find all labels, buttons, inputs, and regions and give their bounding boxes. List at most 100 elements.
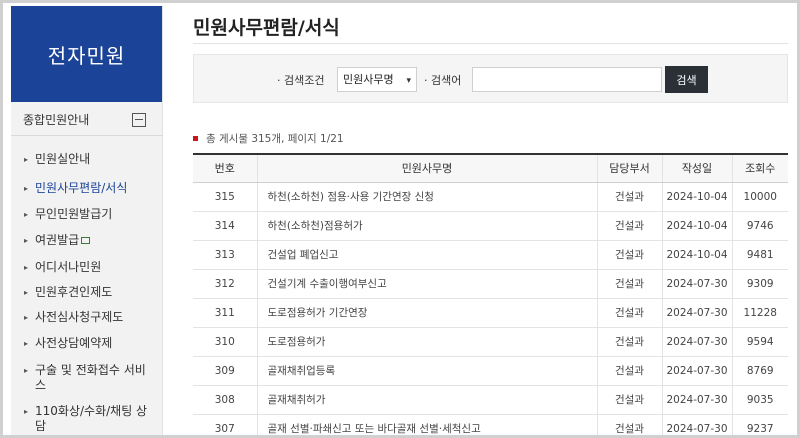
column-header: 조회수 [731, 153, 788, 183]
row-title-link[interactable]: 하천(소하천)점용허가 [256, 211, 597, 241]
row-number: 313 [193, 240, 257, 270]
sidebar-item-label: 민원후견인제도 [35, 285, 113, 299]
column-header: 담당부서 [596, 153, 662, 183]
row-title-link[interactable]: 골재채취허가 [256, 385, 597, 415]
bullet-icon: ▸ [24, 313, 29, 322]
bullet-icon: ▸ [24, 339, 29, 348]
bullet-icon: ▸ [24, 407, 29, 416]
sidebar-item[interactable]: ▸ 어디서나민원 [11, 260, 163, 275]
table-row: 312 건설기계 수출이행여부신고 건설과 2024-07-30 9309 [193, 269, 788, 299]
search-panel: · 검색조건 민원사무명 ▾ · 검색어 검색 [193, 54, 788, 103]
bullet-icon: ▸ [24, 155, 29, 164]
table-header-row: 번호 민원사무명 담당부서 작성일 조회수 [193, 153, 788, 183]
row-department: 건설과 [596, 298, 662, 328]
row-views: 9237 [731, 414, 788, 435]
table-row: 315 하천(소하천) 점용·사용 기간연장 신청 건설과 2024-10-04 100… [193, 182, 788, 212]
row-title-link[interactable]: 건설기계 수출이행여부신고 [256, 269, 597, 299]
table-row: 308 골재채취허가 건설과 2024-07-30 9035 [193, 385, 788, 415]
row-title-link[interactable]: 건설업 폐업신고 [256, 240, 597, 270]
row-title-link[interactable]: 하천(소하천) 점용·사용 기간연장 신청 [256, 182, 597, 212]
row-title-link[interactable]: 골재 선별·파쇄신고 또는 바다골재 선별·세척신고 [256, 414, 597, 435]
bullet-icon: ▸ [24, 366, 29, 375]
title-divider [193, 43, 788, 44]
sidebar-item-label: 여권발급 [35, 233, 80, 247]
sidebar-item[interactable]: ▸ 민원사무편람/서식 [11, 181, 163, 196]
sidebar-item-label: 110화상/수화/채팅 상담 [35, 404, 148, 433]
row-title-link[interactable]: 도로점용허가 [256, 327, 597, 357]
search-keyword-label: · 검색어 [424, 74, 462, 87]
row-department: 건설과 [596, 414, 662, 435]
bullet-icon: ▸ [24, 210, 29, 219]
row-views: 9035 [731, 385, 788, 415]
row-date: 2024-10-04 [661, 211, 732, 241]
row-views: 11228 [731, 298, 788, 328]
row-number: 309 [193, 356, 257, 386]
sidebar-item[interactable]: ▸ 무인민원발급기 [11, 207, 163, 222]
red-square-icon [193, 136, 198, 141]
bullet-icon: ▸ [24, 263, 29, 272]
row-number: 308 [193, 385, 257, 415]
sidebar-item-label: 어디서나민원 [35, 260, 102, 274]
row-date: 2024-10-04 [661, 240, 732, 270]
sidebar-section-label: 종합민원안내 [23, 113, 90, 127]
row-department: 건설과 [596, 385, 662, 415]
search-condition-select[interactable]: 민원사무명 ▾ [337, 67, 417, 92]
row-number: 310 [193, 327, 257, 357]
bullet-icon: ▸ [24, 288, 29, 297]
chevron-down-icon: ▾ [406, 76, 411, 86]
sidebar-item-label: 사전심사청구제도 [35, 310, 124, 324]
sidebar: 전자민원 종합민원안내 ▸ 민원실안내 ▸ 민원사무편람/서식 ▸ 무인민원발급기 ▸ 여권발… [11, 6, 163, 435]
row-number: 312 [193, 269, 257, 299]
table-row: 314 하천(소하천)점용허가 건설과 2024-10-04 9746 [193, 211, 788, 241]
bullet-icon: ▸ [24, 184, 29, 193]
board-summary: 총 게시물 315개, 페이지 1/21 [193, 131, 344, 146]
row-views: 9481 [731, 240, 788, 270]
sidebar-section-header[interactable]: 종합민원안내 [11, 104, 163, 136]
row-title-link[interactable]: 도로점용허가 기간연장 [256, 298, 597, 328]
search-input[interactable] [472, 67, 662, 92]
row-views: 9309 [731, 269, 788, 299]
browser-frame: 전자민원 종합민원안내 ▸ 민원실안내 ▸ 민원사무편람/서식 ▸ 무인민원발급기 ▸ 여권발… [0, 0, 800, 438]
sidebar-item-label: 무인민원발급기 [35, 207, 113, 221]
search-button[interactable]: 검색 [665, 66, 708, 93]
row-views: 8769 [731, 356, 788, 386]
row-department: 건설과 [596, 269, 662, 299]
sidebar-item[interactable]: ▸ 사전상담예약제 [11, 336, 163, 351]
row-department: 건설과 [596, 240, 662, 270]
column-header: 작성일 [661, 153, 732, 183]
bullet-icon: ▸ [24, 236, 29, 245]
sidebar-item[interactable]: ▸ 110화상/수화/채팅 상담 [11, 404, 163, 434]
row-views: 9746 [731, 211, 788, 241]
civil-affairs-table: 번호 민원사무명 담당부서 작성일 조회수 315 하천(소하천) 점용·사용 기간연장 … [193, 153, 788, 435]
column-header: 번호 [193, 153, 257, 183]
row-number: 307 [193, 414, 257, 435]
sidebar-item-label: 사전상담예약제 [35, 336, 113, 350]
table-row: 313 건설업 폐업신고 건설과 2024-10-04 9481 [193, 240, 788, 270]
row-date: 2024-07-30 [661, 298, 732, 328]
row-number: 315 [193, 182, 257, 212]
row-number: 311 [193, 298, 257, 328]
sidebar-item-label: 민원사무편람/서식 [35, 181, 128, 195]
sidebar-item[interactable]: ▸ 여권발급 [11, 233, 163, 248]
search-condition-label: · 검색조건 [277, 74, 325, 87]
sidebar-item[interactable]: ▸ 민원실안내 [11, 152, 163, 167]
row-department: 건설과 [596, 327, 662, 357]
row-department: 건설과 [596, 356, 662, 386]
table-row: 309 골재채취업등록 건설과 2024-07-30 8769 [193, 356, 788, 386]
row-date: 2024-07-30 [661, 327, 732, 357]
table-row: 307 골재 선별·파쇄신고 또는 바다골재 선별·세척신고 건설과 2024-07-… [193, 414, 788, 435]
sidebar-item[interactable]: ▸ 구술 및 전화접수 서비스 [11, 363, 163, 393]
row-views: 9594 [731, 327, 788, 357]
lock-icon [81, 237, 91, 244]
table-body: 315 하천(소하천) 점용·사용 기간연장 신청 건설과 2024-10-04 100… [193, 182, 788, 435]
row-department: 건설과 [596, 182, 662, 212]
collapse-icon[interactable] [132, 113, 146, 127]
row-department: 건설과 [596, 211, 662, 241]
row-date: 2024-07-30 [661, 414, 732, 435]
row-title-link[interactable]: 골재채취업등록 [256, 356, 597, 386]
row-views: 10000 [731, 182, 788, 212]
sidebar-item[interactable]: ▸ 민원후견인제도 [11, 285, 163, 300]
column-header: 민원사무명 [256, 153, 597, 183]
row-number: 314 [193, 211, 257, 241]
sidebar-item[interactable]: ▸ 사전심사청구제도 [11, 310, 163, 325]
